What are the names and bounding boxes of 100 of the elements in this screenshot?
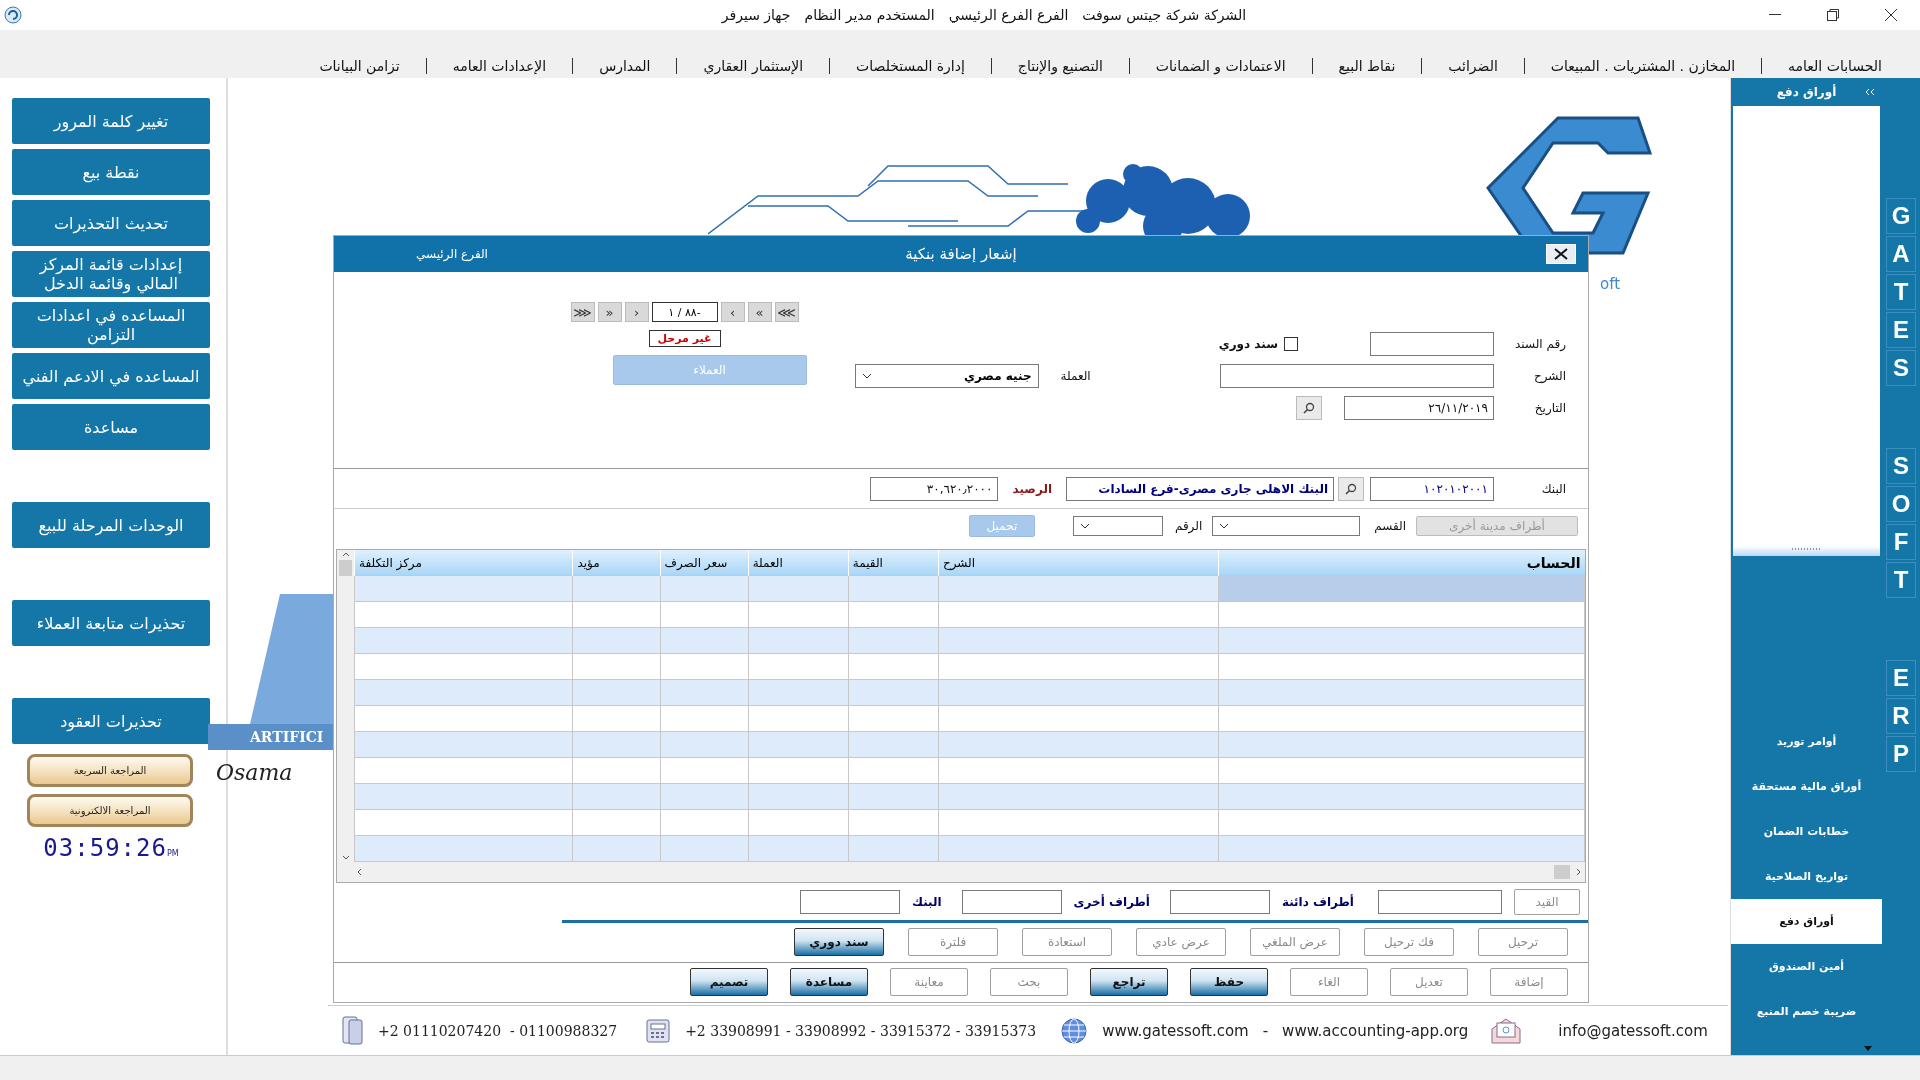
column-header[interactable]: مركز التكلفة	[354, 550, 573, 576]
action-button[interactable]: مساعدة	[790, 968, 868, 997]
menu-item[interactable]: الإستثمار العقاري	[676, 58, 830, 74]
sidebar-button[interactable]: الوحدات المرحلة للبيع	[12, 502, 210, 548]
brand-letter: A	[1886, 236, 1916, 272]
field-label: العملة	[1060, 369, 1091, 384]
menu-item[interactable]: التصنيع والإنتاج	[990, 58, 1129, 74]
scroll-right-icon[interactable]	[1576, 867, 1581, 876]
description-field[interactable]	[1220, 364, 1494, 389]
total-field[interactable]	[800, 889, 900, 914]
scrollbar-thumb[interactable]	[339, 560, 352, 577]
menu-item[interactable]: المدارس	[572, 58, 677, 74]
menu-item[interactable]: الحسابات العامه	[1761, 58, 1908, 74]
date-field[interactable]: ٢٦/١١/٢٠١٩	[1344, 396, 1494, 421]
total-field[interactable]	[1378, 889, 1502, 914]
scroll-down-icon[interactable]	[341, 854, 350, 860]
currency-dropdown[interactable]: جنيه مصري	[854, 364, 1039, 389]
menu-item[interactable]: الضرائب	[1421, 58, 1524, 74]
close-icon	[1885, 9, 1897, 21]
field-label: أطراف أخرى	[1073, 894, 1150, 909]
scrollbar-thumb[interactable]	[1554, 864, 1570, 879]
sidebar-button[interactable]: إعدادات قائمة المركز المالي وقائمة الدخل	[12, 251, 210, 297]
column-header[interactable]: الحساب	[1218, 550, 1585, 576]
horizontal-scrollbar[interactable]	[337, 861, 1585, 882]
panel-item[interactable]: تواريخ الصلاحية	[1731, 854, 1882, 899]
mail-icon	[1490, 1016, 1523, 1045]
field-label: رقم السند	[1516, 337, 1566, 352]
sidebar-button[interactable]: المساعده في اعدادات التزامن	[12, 302, 210, 348]
column-header[interactable]: العملة	[748, 550, 849, 576]
sidebar-button[interactable]: تحذيرات العقود	[12, 698, 210, 744]
status-badge: غير مرحل	[648, 330, 721, 348]
sidebar-button[interactable]: مساعدة	[12, 404, 210, 450]
field-label: أطراف دائنة	[1281, 894, 1354, 909]
minimize-icon	[1769, 14, 1781, 16]
sidebar-button[interactable]: المساعده في اﻻدعم الفني	[12, 353, 210, 399]
panel-title: أوراق دفع	[1776, 85, 1837, 99]
column-header[interactable]: سعر الصرف	[660, 550, 749, 576]
column-header[interactable]: الشرح	[938, 550, 1219, 576]
panel-item[interactable]: خطابات الضمان	[1731, 809, 1882, 854]
menu-item[interactable]: تزامن البيانات	[293, 58, 426, 74]
menu-item[interactable]: الاعتمادات و الضمانات	[1128, 58, 1312, 74]
brand-letter: T	[1886, 562, 1916, 598]
vertical-scrollbar[interactable]	[337, 550, 354, 862]
action-button[interactable]: تراجع	[1090, 968, 1168, 997]
column-header[interactable]: مؤيد	[572, 550, 660, 576]
review-button[interactable]: المراجعة الالكترونية	[27, 794, 193, 827]
action-button[interactable]: تصميم	[690, 968, 768, 997]
menu-item[interactable]: إدارة المستخلصات	[829, 58, 991, 74]
search-button[interactable]	[1338, 476, 1364, 501]
panel-item[interactable]: ضريبة خصم المنبع	[1731, 989, 1882, 1034]
navigation-button[interactable]: ⋘	[570, 302, 595, 323]
navigation-button[interactable]: ›	[720, 302, 745, 323]
close-button[interactable]	[1546, 244, 1576, 265]
website-link[interactable]: www.gatessoft.com	[1102, 1021, 1249, 1040]
checkbox[interactable]	[1284, 337, 1298, 352]
balance-field[interactable]: ٣٠,٦٢٠٫٢٠٠٠	[870, 476, 999, 501]
sidebar-button[interactable]: تغيير كلمة المرور	[12, 98, 210, 144]
menu-item[interactable]: المخازن . المشتريات . المبيعات	[1523, 58, 1762, 74]
bank-code-field[interactable]: ١٠٢٠١٠٢٠٠١	[1370, 476, 1494, 501]
email-link[interactable]: info@gatessoft.com	[1558, 1021, 1708, 1040]
scroll-up-icon[interactable]	[341, 552, 350, 558]
search-button[interactable]	[1296, 396, 1322, 421]
action-button[interactable]: حفظ	[1190, 968, 1268, 997]
website-link[interactable]: www.accounting-app.org	[1282, 1021, 1469, 1040]
navigation-button[interactable]: ⋙	[774, 302, 799, 323]
action-button[interactable]: سند دوري	[794, 928, 884, 957]
brand-text: ARTIFICI	[250, 729, 324, 745]
menu-item[interactable]: نقاط البيع	[1311, 58, 1422, 74]
sidebar-button[interactable]: نقطة بيع	[12, 149, 210, 195]
panel-item[interactable]: أوراق دفع	[1731, 899, 1882, 944]
total-field[interactable]	[961, 889, 1062, 914]
review-button[interactable]: المراجعة السريعة	[27, 754, 193, 787]
sidebar-button[interactable]: تحذيرات متابعة العملاء	[12, 600, 210, 646]
voucher-number-field[interactable]	[1370, 332, 1494, 357]
caret-icon[interactable]	[1864, 1046, 1872, 1051]
field-label: البنك	[1540, 481, 1566, 496]
clock-time: 03:59:26	[43, 834, 167, 862]
splitter-handle[interactable]	[1733, 546, 1880, 556]
scroll-left-icon[interactable]	[357, 867, 362, 876]
number-dropdown[interactable]	[1072, 515, 1163, 536]
caret-icon	[1079, 522, 1090, 529]
field-label: الرقم	[1174, 518, 1203, 533]
navigation-button[interactable]: «	[597, 302, 622, 323]
navigation-button[interactable]: »	[747, 302, 772, 323]
panel-item[interactable]: أوامر توريد	[1731, 719, 1882, 764]
collapse-icon[interactable]	[1864, 88, 1876, 96]
brand-letter: R	[1886, 698, 1916, 734]
brand-letter: E	[1886, 312, 1916, 348]
total-field[interactable]	[1169, 889, 1270, 914]
brand-letter: T	[1886, 274, 1916, 310]
bank-name-field[interactable]: البنك الاهلى جارى مصرى-فرع السادات	[1066, 476, 1334, 501]
section-dropdown[interactable]	[1212, 515, 1361, 536]
separator-text: -	[1262, 1021, 1269, 1040]
field-label: القسم	[1374, 518, 1406, 533]
column-header[interactable]: القيمة	[848, 550, 939, 576]
panel-item[interactable]: أوراق مالية مستحقة	[1731, 764, 1882, 809]
menu-item[interactable]: الإعدادات العامه	[425, 58, 573, 74]
panel-item[interactable]: أمين الصندوق	[1731, 944, 1882, 989]
navigation-button[interactable]: ‹	[624, 302, 649, 323]
sidebar-button[interactable]: تحديث التحذيرات	[12, 200, 210, 246]
